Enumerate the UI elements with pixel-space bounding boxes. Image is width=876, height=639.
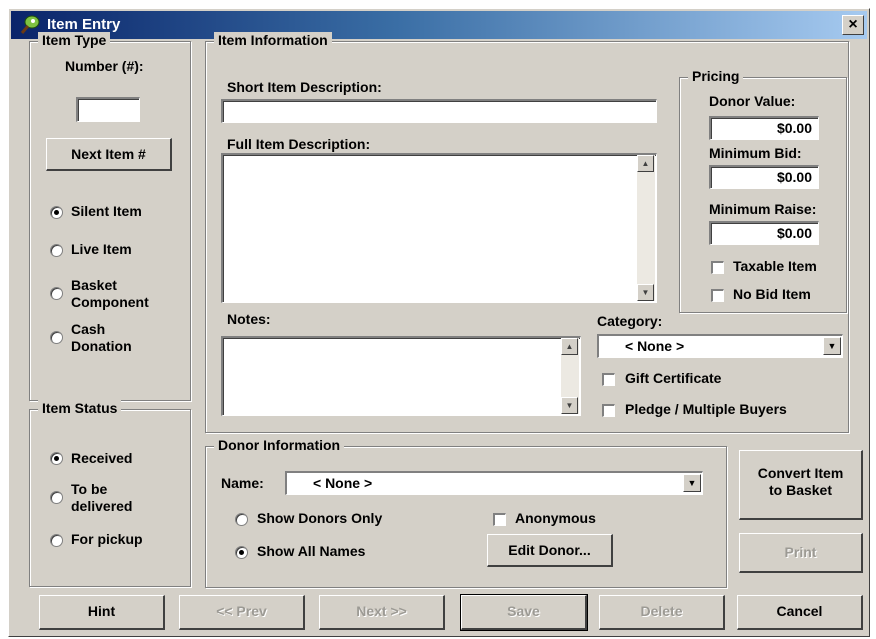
- show-all-names-radio[interactable]: [235, 546, 248, 559]
- short-description-label: Short Item Description:: [227, 79, 382, 95]
- cash-donation-radio[interactable]: [50, 331, 63, 344]
- hint-button[interactable]: Hint: [39, 595, 165, 630]
- cancel-label: Cancel: [776, 603, 823, 619]
- notes-scroll-down-icon[interactable]: ▼: [561, 397, 578, 414]
- item-number-input[interactable]: [76, 97, 140, 122]
- pledge-checkbox[interactable]: [602, 404, 615, 417]
- hint-label: Hint: [87, 603, 116, 619]
- full-description-textarea[interactable]: [221, 153, 657, 303]
- pricing-group: Pricing: [679, 68, 847, 313]
- scroll-down-arrow-icon[interactable]: ▼: [637, 284, 654, 301]
- cash-donation-label: Cash Donation: [71, 321, 132, 354]
- donor-name-select[interactable]: < None > ▼: [285, 471, 703, 495]
- cancel-button[interactable]: Cancel: [737, 595, 863, 630]
- next-label: Next >>: [356, 603, 407, 619]
- short-description-input[interactable]: [221, 99, 657, 123]
- full-description-label: Full Item Description:: [227, 136, 371, 152]
- full-description-scrollbar[interactable]: ▲ ▼: [637, 155, 655, 301]
- minimum-bid-input[interactable]: $0.00: [709, 165, 819, 189]
- window-title: Item Entry: [47, 16, 121, 33]
- silent-item-radio[interactable]: [50, 206, 63, 219]
- delete-label: Delete: [640, 603, 683, 619]
- save-button[interactable]: Save: [460, 594, 588, 631]
- no-bid-item-checkbox[interactable]: [711, 289, 724, 302]
- convert-line-2: to Basket: [768, 482, 833, 498]
- minimum-raise-label: Minimum Raise:: [709, 201, 817, 217]
- received-label: Received: [71, 450, 133, 466]
- live-item-radio[interactable]: [50, 244, 63, 257]
- donor-chevron-down-icon[interactable]: ▼: [683, 474, 701, 492]
- anonymous-label: Anonymous: [515, 510, 596, 526]
- convert-to-basket-button[interactable]: Convert Item to Basket: [739, 450, 863, 520]
- to-be-delivered-radio[interactable]: [50, 491, 63, 504]
- basket-component-label: Basket Component: [71, 277, 149, 310]
- show-donors-only-label: Show Donors Only: [257, 510, 383, 526]
- close-button[interactable]: ×: [842, 15, 864, 35]
- taxable-item-label: Taxable Item: [733, 258, 817, 274]
- chevron-down-icon[interactable]: ▼: [823, 337, 841, 355]
- donor-information-legend: Donor Information: [214, 437, 345, 453]
- prev-button[interactable]: << Prev: [179, 595, 305, 630]
- delete-button[interactable]: Delete: [599, 595, 725, 630]
- next-button[interactable]: Next >>: [319, 595, 445, 630]
- donor-name-value: < None >: [313, 475, 373, 491]
- category-select[interactable]: < None > ▼: [597, 334, 843, 358]
- scroll-up-arrow-icon[interactable]: ▲: [637, 155, 654, 172]
- pricing-legend: Pricing: [688, 68, 744, 84]
- basket-component-radio[interactable]: [50, 287, 63, 300]
- notes-scroll-up-icon[interactable]: ▲: [561, 338, 578, 355]
- show-donors-only-radio[interactable]: [235, 513, 248, 526]
- next-item-button[interactable]: Next Item #: [46, 138, 172, 171]
- donor-value-label: Donor Value:: [709, 93, 796, 109]
- received-radio[interactable]: [50, 452, 63, 465]
- title-bar[interactable]: Item Entry ×: [11, 11, 867, 39]
- item-type-legend: Item Type: [38, 32, 111, 48]
- for-pickup-radio[interactable]: [50, 534, 63, 547]
- taxable-item-checkbox[interactable]: [711, 261, 724, 274]
- print-label: Print: [784, 544, 817, 560]
- no-bid-item-label: No Bid Item: [733, 286, 811, 302]
- category-value: < None >: [625, 338, 685, 354]
- number-label: Number (#):: [65, 58, 144, 74]
- show-all-names-label: Show All Names: [257, 543, 366, 559]
- minimum-raise-input[interactable]: $0.00: [709, 221, 819, 245]
- item-information-legend: Item Information: [214, 32, 332, 48]
- print-button[interactable]: Print: [739, 533, 863, 573]
- edit-donor-button[interactable]: Edit Donor...: [487, 534, 613, 567]
- donor-value-input[interactable]: $0.00: [709, 116, 819, 140]
- anonymous-checkbox[interactable]: [493, 513, 506, 526]
- to-be-delivered-label: To be delivered: [71, 481, 133, 514]
- notes-textarea[interactable]: [221, 336, 581, 416]
- live-item-label: Live Item: [71, 241, 132, 257]
- minimum-bid-label: Minimum Bid:: [709, 145, 802, 161]
- next-item-label: Next Item #: [71, 146, 146, 162]
- prev-label: << Prev: [216, 603, 267, 619]
- pledge-label: Pledge / Multiple Buyers: [625, 401, 787, 417]
- convert-line-1: Convert Item: [757, 465, 844, 481]
- gift-certificate-label: Gift Certificate: [625, 370, 722, 386]
- for-pickup-label: For pickup: [71, 531, 143, 547]
- item-status-legend: Item Status: [38, 400, 122, 416]
- save-label: Save: [507, 603, 540, 619]
- notes-label: Notes:: [227, 311, 271, 327]
- edit-donor-label: Edit Donor...: [508, 542, 591, 558]
- silent-item-label: Silent Item: [71, 203, 142, 219]
- notes-scrollbar[interactable]: ▲ ▼: [561, 338, 579, 414]
- item-entry-window: Item Entry × Item Type Number (#): Next …: [8, 8, 870, 637]
- gift-certificate-checkbox[interactable]: [602, 373, 615, 386]
- category-label: Category:: [597, 313, 663, 329]
- donor-name-label: Name:: [221, 475, 264, 491]
